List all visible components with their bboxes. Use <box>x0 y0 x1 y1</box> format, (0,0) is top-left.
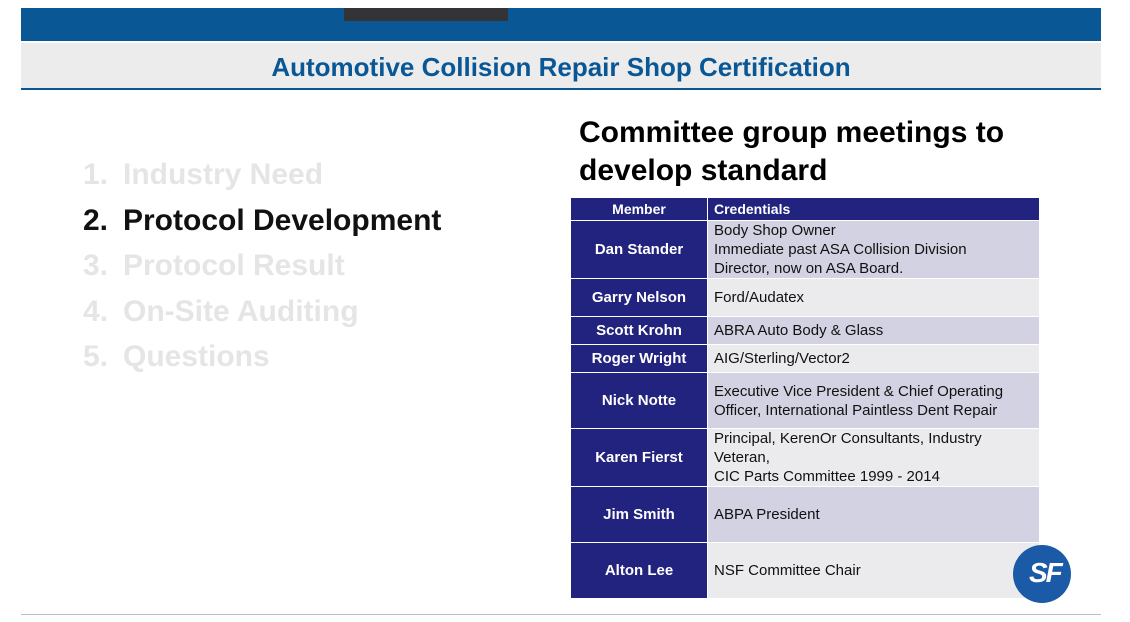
credential-line: Executive Vice President & Chief Operati… <box>714 382 1004 400</box>
agenda-item: 3. Protocol Result <box>83 243 441 289</box>
credentials-cell: ABRA Auto Body & Glass <box>707 316 1040 345</box>
member-name: Roger Wright <box>570 344 708 373</box>
agenda-item: 4. On-Site Auditing <box>83 289 441 335</box>
agenda-number: 4. <box>83 294 109 328</box>
table-row: Alton Lee NSF Committee Chair <box>570 542 1040 599</box>
agenda-label: Protocol Development <box>123 203 442 237</box>
heading-line: develop standard <box>579 154 828 187</box>
slide-title: Automotive Collision Repair Shop Certifi… <box>271 52 851 82</box>
agenda-number: 1. <box>83 158 109 191</box>
logo-text: SF <box>1029 557 1063 588</box>
credential-line: Ford/Audatex <box>714 289 805 306</box>
member-name: Alton Lee <box>570 542 708 599</box>
table-row: Nick Notte Executive Vice President & Ch… <box>570 372 1040 429</box>
table-row: Jim Smith ABPA President <box>570 486 1040 543</box>
footer-divider <box>21 614 1101 615</box>
agenda-label: Questions <box>123 340 270 373</box>
member-name: Nick Notte <box>570 372 708 429</box>
agenda-item: 5. Questions <box>83 334 441 380</box>
heading-line: Committee group meetings to <box>579 116 1005 149</box>
section-heading: Committee group meetings to develop stan… <box>579 114 1004 190</box>
agenda-item-active: 2. Protocol Development <box>83 198 441 244</box>
credential-line: Body Shop Owner <box>714 222 836 239</box>
credentials-cell: NSF Committee Chair <box>707 542 1040 599</box>
top-banner <box>21 8 1101 41</box>
member-name: Karen Fierst <box>570 428 708 487</box>
credential-line: AIG/Sterling/Vector2 <box>714 350 850 367</box>
credential-line: Veteran, <box>714 449 770 466</box>
agenda-label: On-Site Auditing <box>123 294 359 328</box>
credentials-cell: Principal, KerenOr Consultants, Industry… <box>707 428 1040 487</box>
agenda-number: 3. <box>83 249 109 282</box>
agenda-item: 1. Industry Need <box>83 152 441 198</box>
credentials-cell: ABPA President <box>707 486 1040 543</box>
credential-line: ABRA Auto Body & Glass <box>714 322 884 339</box>
table-row: Garry Nelson Ford/Audatex <box>570 278 1040 317</box>
credentials-column-header: Credentials <box>707 197 1040 221</box>
agenda-label: Protocol Result <box>123 249 345 282</box>
credential-line: Immediate past ASA Collision Division <box>714 241 967 258</box>
member-column-header: Member <box>570 197 708 221</box>
title-band: Automotive Collision Repair Shop Certifi… <box>21 43 1101 90</box>
agenda-number: 5. <box>83 340 109 373</box>
agenda-number: 2. <box>83 203 109 237</box>
top-tab-marker <box>344 8 508 21</box>
member-name: Jim Smith <box>570 486 708 543</box>
credential-line: Principal, KerenOr Consultants, Industry <box>714 430 982 447</box>
credentials-cell: Executive Vice President & Chief Operati… <box>707 372 1040 429</box>
agenda-label: Industry Need <box>123 158 324 191</box>
credential-line: NSF Committee Chair <box>714 562 861 579</box>
credential-line: Officer, International Paintless Dent Re… <box>714 401 998 419</box>
table-row: Karen Fierst Principal, KerenOr Consulta… <box>570 428 1040 487</box>
credential-line: ABPA President <box>714 506 820 523</box>
credentials-cell: Body Shop Owner Immediate past ASA Colli… <box>707 220 1040 279</box>
table-row: Roger Wright AIG/Sterling/Vector2 <box>570 344 1040 373</box>
credential-line: CIC Parts Committee 1999 - 2014 <box>714 468 940 485</box>
nsf-logo: SF <box>1013 545 1071 603</box>
agenda-list: 1. Industry Need 2. Protocol Development 3… <box>83 152 441 380</box>
member-name: Garry Nelson <box>570 278 708 317</box>
member-name: Dan Stander <box>570 220 708 279</box>
credential-line: Director, now on ASA Board. <box>714 260 904 277</box>
credentials-cell: AIG/Sterling/Vector2 <box>707 344 1040 373</box>
member-name: Scott Krohn <box>570 316 708 345</box>
table-row: Dan Stander Body Shop Owner Immediate pa… <box>570 220 1040 279</box>
table-row: Scott Krohn ABRA Auto Body & Glass <box>570 316 1040 345</box>
committee-table: Member Credentials Dan Stander Body Shop… <box>570 197 1040 599</box>
credentials-cell: Ford/Audatex <box>707 278 1040 317</box>
table-header-row: Member Credentials <box>570 197 1040 221</box>
